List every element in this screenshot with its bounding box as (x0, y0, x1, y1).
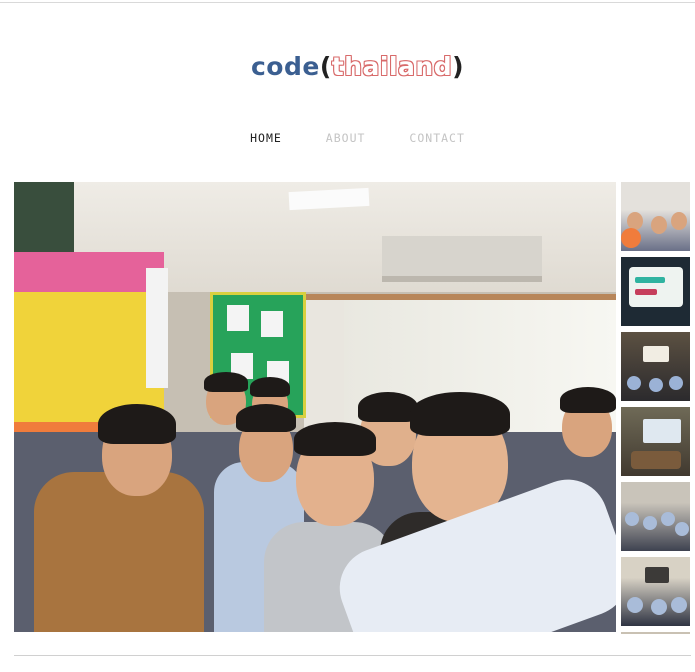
logo-thailand-text: thailand (331, 52, 453, 81)
site-logo[interactable]: code(thailand) (0, 52, 695, 81)
thumbnail-7[interactable] (621, 632, 690, 634)
logo-open-paren: ( (319, 52, 332, 81)
thumbnail-6[interactable] (621, 557, 690, 626)
thumbnail-2[interactable] (621, 257, 690, 326)
bottom-divider (14, 655, 691, 656)
nav-home-link[interactable]: HOME (250, 131, 282, 145)
air-conditioner (382, 236, 542, 282)
thumbnail-3[interactable] (621, 332, 690, 401)
main-gallery-photo[interactable] (14, 182, 616, 632)
nav-about-link[interactable]: ABOUT (326, 131, 366, 145)
logo-close-paren: ) (452, 52, 465, 81)
thumbnail-1[interactable] (621, 182, 690, 251)
main-nav: HOME ABOUT CONTACT (0, 131, 695, 145)
logo-code-text: code (250, 52, 320, 81)
thumbnail-4[interactable] (621, 407, 690, 476)
nav-contact-link[interactable]: CONTACT (409, 131, 464, 145)
top-divider (0, 2, 695, 3)
thumbnail-5[interactable] (621, 482, 690, 551)
